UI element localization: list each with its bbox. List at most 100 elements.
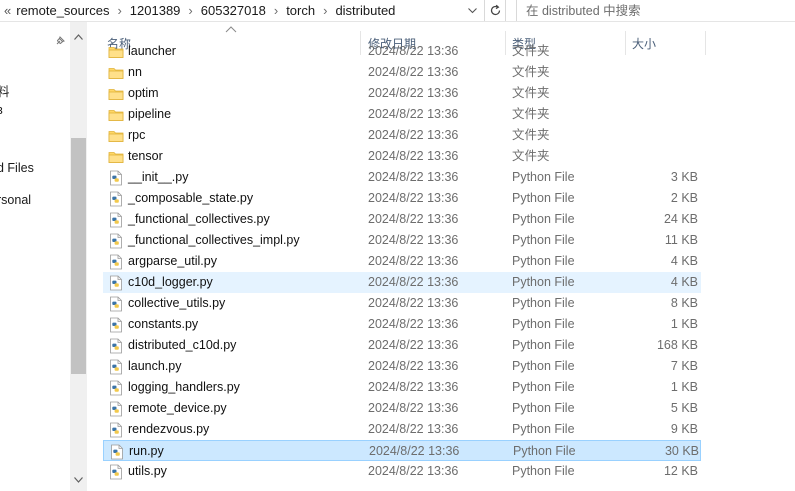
breadcrumb-605327018[interactable]: 605327018 — [200, 3, 267, 18]
file-name: argparse_util.py — [128, 254, 217, 268]
python-file-icon — [108, 422, 124, 438]
file-type: Python File — [513, 444, 576, 458]
address-history-dropdown[interactable] — [462, 1, 482, 21]
top-bar: « remote_sources › 1201389 › 605327018 ›… — [0, 0, 795, 22]
file-type: Python File — [512, 422, 575, 436]
nav-item-files[interactable]: d Files — [0, 161, 34, 175]
nav-item-folder[interactable]: ɜ — [0, 103, 3, 117]
breadcrumb-separator-icon[interactable]: › — [110, 3, 128, 18]
folder-row[interactable]: tensor 2024/8/22 13:36 文件夹 — [103, 146, 701, 167]
file-type: Python File — [512, 191, 575, 205]
python-file-icon — [108, 191, 124, 207]
file-date: 2024/8/22 13:36 — [368, 401, 459, 415]
file-type: Python File — [512, 296, 575, 310]
file-name: rpc — [128, 128, 146, 142]
file-size: 1 KB — [670, 317, 698, 331]
file-row[interactable]: __init__.py 2024/8/22 13:36 Python File 3 K… — [103, 167, 701, 188]
file-row[interactable]: logging_handlers.py 2024/8/22 13:36 Python… — [103, 377, 701, 398]
scroll-thumb[interactable] — [71, 138, 86, 374]
file-name: _composable_state.py — [128, 191, 254, 205]
file-row[interactable]: launch.py 2024/8/22 13:36 Python File 7 KB — [103, 356, 701, 377]
file-name: distributed_c10d.py — [128, 338, 237, 352]
python-file-icon — [108, 464, 124, 480]
file-name: constants.py — [128, 317, 199, 331]
folder-row[interactable]: optim 2024/8/22 13:36 文件夹 — [103, 83, 701, 104]
chevron-down-icon — [74, 477, 83, 483]
file-size: 2 KB — [670, 191, 698, 205]
file-date: 2024/8/22 13:36 — [368, 317, 459, 331]
breadcrumb-overflow[interactable]: « — [0, 3, 15, 18]
file-row[interactable]: collective_utils.py 2024/8/22 13:36 Python… — [103, 293, 701, 314]
python-file-icon — [108, 338, 124, 354]
file-row[interactable]: _composable_state.py 2024/8/22 13:36 Pytho… — [103, 188, 701, 209]
python-file-icon — [108, 233, 124, 249]
file-date: 2024/8/22 13:36 — [368, 191, 459, 205]
breadcrumb[interactable]: « remote_sources › 1201389 › 605327018 ›… — [0, 0, 484, 21]
folder-row[interactable]: rpc 2024/8/22 13:36 文件夹 — [103, 125, 701, 146]
pin-icon[interactable] — [54, 35, 66, 47]
file-row[interactable]: rendezvous.py 2024/8/22 13:36 Python File 9… — [103, 419, 701, 440]
file-name: remote_device.py — [128, 401, 227, 415]
file-size: 1 KB — [670, 380, 698, 394]
search-input[interactable] — [526, 3, 776, 18]
file-row[interactable]: utils.py 2024/8/22 13:36 Python File 12 KB — [103, 461, 701, 482]
scroll-up-button[interactable] — [70, 30, 87, 44]
breadcrumb-separator-icon[interactable]: › — [267, 3, 285, 18]
file-date: 2024/8/22 13:36 — [368, 233, 459, 247]
file-name: utils.py — [128, 464, 167, 478]
file-name: rendezvous.py — [128, 422, 210, 436]
python-file-icon — [109, 444, 125, 460]
file-row[interactable]: _functional_collectives.py 2024/8/22 13:3… — [103, 209, 701, 230]
file-date: 2024/8/22 13:36 — [368, 149, 459, 163]
file-size — [623, 104, 698, 125]
file-size: 12 KB — [663, 464, 698, 478]
breadcrumb-1201389[interactable]: 1201389 — [129, 3, 182, 18]
breadcrumb-remote-sources[interactable]: remote_sources — [15, 3, 110, 18]
file-size: 30 KB — [664, 444, 699, 458]
file-row[interactable]: constants.py 2024/8/22 13:36 Python File 1 … — [103, 314, 701, 335]
file-name: nn — [128, 65, 142, 79]
file-size: 8 KB — [670, 296, 698, 310]
file-type: Python File — [512, 275, 575, 289]
breadcrumb-torch[interactable]: torch — [285, 3, 316, 18]
file-date: 2024/8/22 13:36 — [368, 44, 459, 58]
file-date: 2024/8/22 13:36 — [368, 170, 459, 184]
file-type: Python File — [512, 212, 575, 226]
file-date: 2024/8/22 13:36 — [368, 422, 459, 436]
file-row[interactable]: remote_device.py 2024/8/22 13:36 Python Fi… — [103, 398, 701, 419]
file-type: 文件夹 — [512, 65, 550, 79]
python-file-icon — [108, 296, 124, 312]
file-date: 2024/8/22 13:36 — [368, 380, 459, 394]
file-size: 3 KB — [670, 170, 698, 184]
file-row[interactable]: argparse_util.py 2024/8/22 13:36 Python Fi… — [103, 251, 701, 272]
breadcrumb-separator-icon[interactable]: › — [316, 3, 334, 18]
file-row[interactable]: distributed_c10d.py 2024/8/22 13:36 Python… — [103, 335, 701, 356]
breadcrumb-distributed[interactable]: distributed — [334, 3, 396, 18]
python-file-icon — [108, 275, 124, 291]
nav-item-personal[interactable]: rsonal — [0, 193, 31, 207]
refresh-button[interactable] — [484, 0, 506, 21]
refresh-icon — [490, 4, 500, 16]
file-date: 2024/8/22 13:36 — [368, 359, 459, 373]
file-row[interactable]: c10d_logger.py 2024/8/22 13:36 Python File… — [103, 272, 701, 293]
navigation-pane: 料 ɜ d Files rsonal — [0, 22, 70, 491]
search-box[interactable] — [516, 0, 795, 21]
navigation-scrollbar[interactable] — [70, 22, 87, 491]
file-size — [623, 62, 698, 83]
python-file-icon — [108, 359, 124, 375]
nav-item-documents[interactable]: 料 — [0, 81, 10, 100]
scroll-down-button[interactable] — [70, 473, 87, 487]
chevron-up-icon — [74, 34, 83, 40]
folder-row[interactable]: launcher 2024/8/22 13:36 文件夹 — [103, 41, 701, 62]
file-name: launch.py — [128, 359, 182, 373]
python-file-icon — [108, 380, 124, 396]
file-date: 2024/8/22 13:36 — [369, 444, 460, 458]
folder-row[interactable]: nn 2024/8/22 13:36 文件夹 — [103, 62, 701, 83]
file-type: Python File — [512, 401, 575, 415]
folder-row[interactable]: pipeline 2024/8/22 13:36 文件夹 — [103, 104, 701, 125]
python-file-icon — [108, 212, 124, 228]
file-type: Python File — [512, 380, 575, 394]
breadcrumb-separator-icon[interactable]: › — [181, 3, 199, 18]
file-row[interactable]: _functional_collectives_impl.py 2024/8/22… — [103, 230, 701, 251]
file-row[interactable]: run.py 2024/8/22 13:36 Python File 30 KB — [103, 440, 701, 461]
